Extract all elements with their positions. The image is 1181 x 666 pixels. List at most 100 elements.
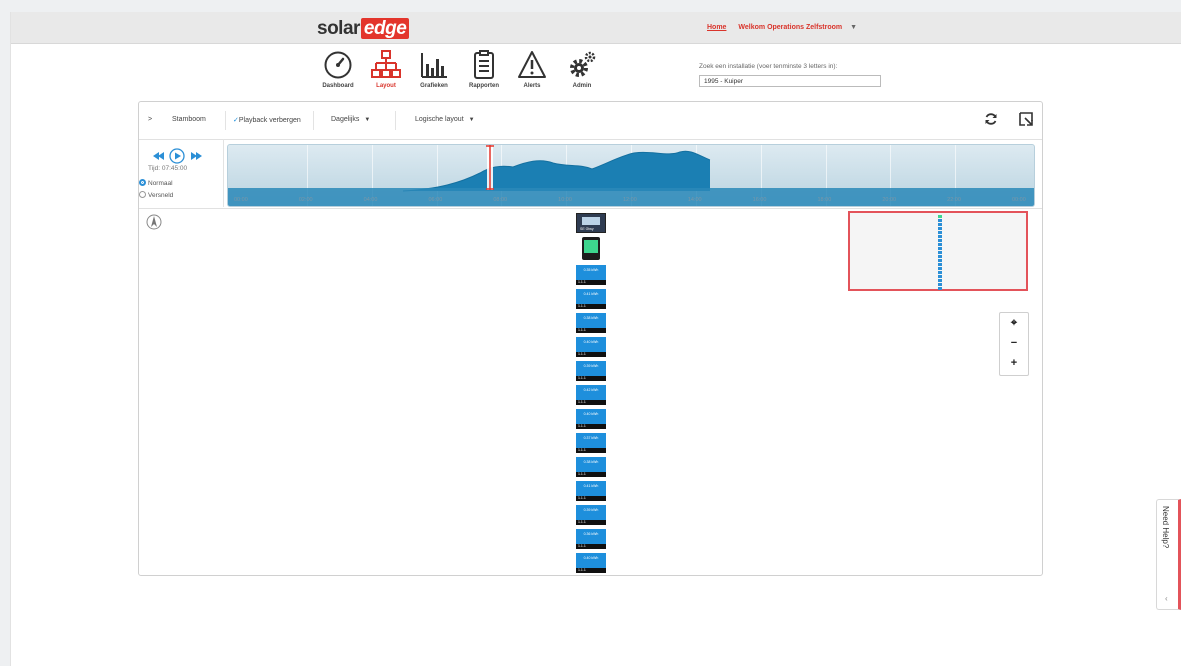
zoom-controls: ⌖ − + [999, 312, 1029, 376]
stamboom-button[interactable]: Stamboom [172, 116, 206, 123]
minimap-module [938, 259, 942, 262]
timeline-tick-label: 00:00 [234, 197, 248, 203]
need-help-label: Need Help? [1161, 506, 1170, 549]
user-menu[interactable]: Welkom Operations Zelfstroom [738, 24, 842, 31]
nav-rapporten-label: Rapporten [469, 83, 499, 89]
minimap-module-column [938, 215, 942, 291]
optimizer-id: 1.1.1 [578, 472, 586, 476]
optimizer-module[interactable]: 0.41 kWh 1.1.1 [576, 481, 606, 501]
user-menu-caret-icon[interactable]: ▼ [850, 24, 857, 31]
minimap-module [938, 279, 942, 282]
inverter-screen [584, 240, 598, 253]
optimizer-id: 1.1.1 [578, 304, 586, 308]
gauge-icon [324, 51, 352, 79]
production-timeline[interactable]: 00:00 02:00 04:00 06:00 08:00 10:00 12:00 14:00… [227, 144, 1035, 207]
timeline-cursor[interactable] [486, 145, 494, 190]
gateway-device[interactable]: SE Gtwy [576, 213, 606, 233]
bar-chart-icon [421, 53, 447, 78]
nav-dashboard-label: Dashboard [322, 83, 354, 89]
minimap-module [938, 235, 942, 238]
optimizer-module[interactable]: 0.39 kWh 1.1.1 [576, 361, 606, 381]
need-help-tab[interactable]: Need Help? ‹ [1156, 499, 1181, 610]
optimizer-energy-value: 0.39 kWh [583, 364, 599, 368]
solaredge-logo[interactable]: solar edge [317, 18, 410, 40]
zoom-fit-button[interactable]: ⌖ [1000, 313, 1028, 333]
optimizer-module[interactable]: 0.40 kWh 1.1.1 [576, 337, 606, 357]
layout-tree-icon [371, 50, 401, 78]
optimizer-module[interactable]: 0.42 kWh 1.1.1 [576, 385, 606, 405]
layout-canvas[interactable]: SE Gtwy 0.35 kWh 1.1.1 0.41 kWh 1.1.1 0.38 k… [139, 208, 1042, 576]
gateway-screen [582, 217, 600, 225]
top-links: Home Welkom Operations Zelfstroom ▼ [707, 24, 857, 31]
nav-grafieken[interactable]: Grafieken [412, 50, 456, 89]
optimizer-module[interactable]: 0.41 kWh 1.1.1 [576, 289, 606, 309]
minimap-module [938, 239, 942, 242]
speed-accelerated-radio[interactable]: Versneld [139, 191, 173, 199]
optimizer-id: 1.1.1 [578, 280, 586, 284]
nav-rapporten[interactable]: Rapporten [462, 50, 506, 89]
installation-search-input[interactable] [699, 75, 881, 87]
home-link[interactable]: Home [707, 24, 726, 31]
layout-type-dropdown[interactable]: Logische layout ▼ [415, 116, 475, 123]
gears-icon [570, 51, 596, 77]
optimizer-module[interactable]: 0.37 kWh 1.1.1 [576, 433, 606, 453]
nav-admin[interactable]: Admin [560, 50, 604, 89]
optimizer-energy-value: 0.35 kWh [583, 268, 599, 272]
minimap-module [938, 247, 942, 250]
top-bar: solar edge Home Welkom Operations Zelfstr… [11, 12, 1181, 44]
logo-edge: edge [360, 18, 410, 39]
timeline-tick-label: 16:00 [752, 197, 767, 203]
playback-toggle-label: Playback verbergen [238, 117, 301, 124]
minimap[interactable] [848, 211, 1028, 291]
optimizer-energy-value: 0.38 kWh [583, 316, 599, 320]
minimap-module [938, 231, 942, 234]
refresh-icon[interactable] [984, 112, 998, 126]
speed-normal-radio[interactable]: Normaal [139, 179, 173, 187]
clipboard-icon [474, 50, 494, 79]
fast-forward-icon[interactable] [191, 152, 202, 160]
period-dropdown[interactable]: Dagelijks ▼ [331, 116, 370, 123]
optimizer-module[interactable]: 0.40 kWh 1.1.1 [576, 553, 606, 573]
minimap-module [938, 263, 942, 266]
stamboom-toggle-icon[interactable]: > [148, 116, 152, 123]
optimizer-module[interactable]: 0.40 kWh 1.1.1 [576, 409, 606, 429]
optimizer-module[interactable]: 0.38 kWh 1.1.1 [576, 457, 606, 477]
optimizer-energy-value: 0.41 kWh [583, 484, 599, 488]
optimizer-energy-value: 0.36 kWh [583, 532, 599, 536]
optimizer-module[interactable]: 0.38 kWh 1.1.1 [576, 313, 606, 333]
timeline-tick-label: 10:00 [558, 197, 572, 203]
playback-toggle[interactable]: ✓Playback verbergen [233, 116, 301, 124]
optimizer-id: 1.1.1 [578, 424, 586, 428]
minimap-module [938, 223, 942, 226]
fullscreen-icon[interactable] [1019, 112, 1033, 126]
timeline-tick-label: 02:00 [298, 197, 313, 203]
page: solar edge Home Welkom Operations Zelfstr… [10, 12, 1181, 666]
zoom-in-button[interactable]: + [1000, 353, 1028, 373]
search-label: Zoek een installatie (voer tenminste 3 l… [699, 63, 838, 70]
optimizer-energy-value: 0.37 kWh [583, 436, 599, 440]
optimizer-module[interactable]: 0.35 kWh 1.1.1 [576, 265, 606, 285]
nav-layout[interactable]: Layout [364, 50, 408, 89]
optimizer-module[interactable]: 0.39 kWh 1.1.1 [576, 505, 606, 525]
toolbar-divider [225, 111, 226, 130]
playback-button-icons [153, 148, 202, 164]
optimizer-energy-value: 0.40 kWh [583, 412, 599, 416]
inverter-device[interactable] [582, 237, 600, 260]
zoom-out-button[interactable]: − [1000, 333, 1028, 353]
optimizer-energy-value: 0.40 kWh [583, 340, 599, 344]
layout-toolbar: > Stamboom ✓Playback verbergen Dagelijks… [139, 102, 1042, 140]
nav-dashboard[interactable]: Dashboard [316, 50, 360, 89]
minimap-module [938, 219, 942, 222]
minimap-module [938, 275, 942, 278]
timeline-tick-label: 18:00 [817, 197, 832, 203]
toolbar-divider [395, 111, 396, 130]
optimizer-module[interactable]: 0.36 kWh 1.1.1 [576, 529, 606, 549]
play-icon[interactable] [169, 148, 185, 164]
minimap-module [938, 267, 942, 270]
optimizer-footer: 1.1.1 [576, 424, 606, 429]
nav-admin-label: Admin [572, 83, 592, 89]
nav-alerts[interactable]: Alerts [510, 50, 554, 89]
nav-layout-label: Layout [376, 83, 396, 89]
rewind-icon[interactable] [153, 152, 164, 160]
compass-icon[interactable] [146, 214, 162, 230]
